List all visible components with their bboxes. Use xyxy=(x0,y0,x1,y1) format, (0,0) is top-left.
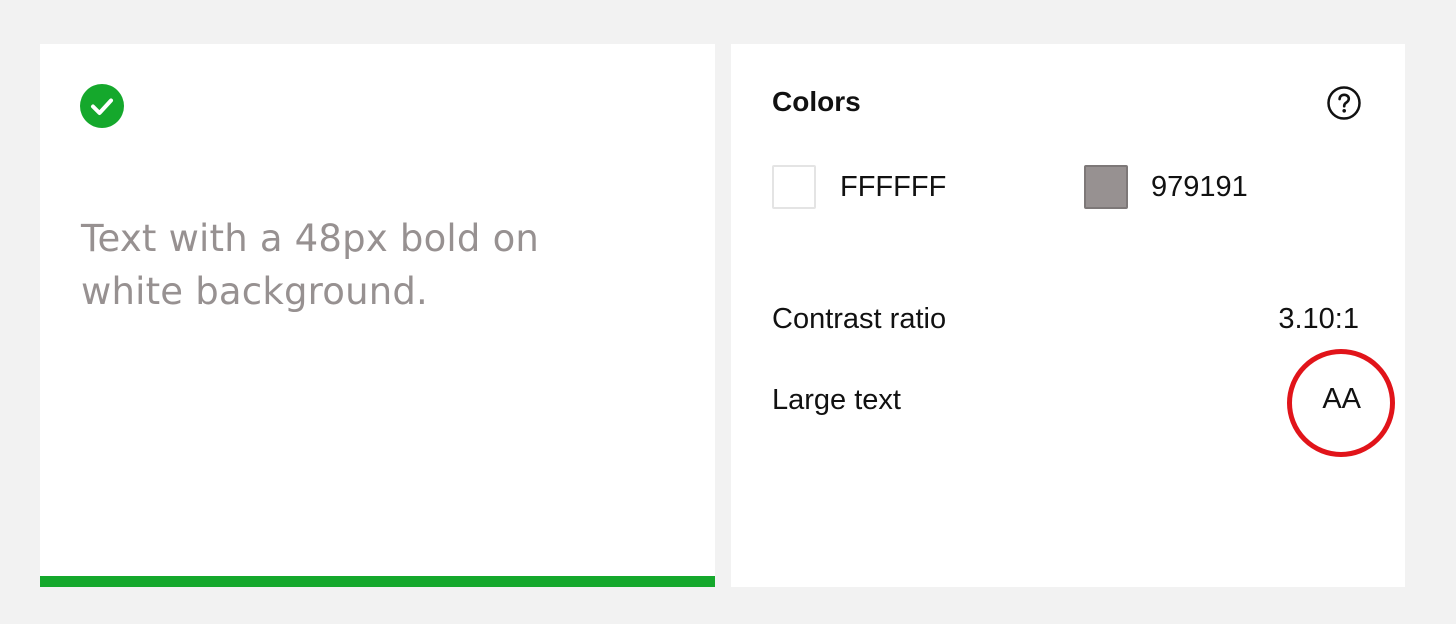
panel-title: Colors xyxy=(772,86,861,117)
preview-card: Text with a 48px bold on white backgroun… xyxy=(40,44,715,587)
contrast-ratio-label: Contrast ratio xyxy=(772,303,947,335)
foreground-hex: FFFFFF xyxy=(840,171,947,203)
large-text-label: Large text xyxy=(772,384,901,416)
sample-text-line-2: white background. xyxy=(81,270,429,313)
sample-text: Text with a 48px bold on white backgroun… xyxy=(81,212,641,318)
colors-panel: Colors FFFFFF 979191 Contrast ratio 3.10… xyxy=(731,44,1405,587)
highlight-ring xyxy=(1287,349,1395,457)
foreground-swatch[interactable] xyxy=(772,165,816,209)
pass-status-bar xyxy=(40,576,715,587)
sample-text-line-1: Text with a 48px bold on xyxy=(81,217,540,260)
question-circle-icon[interactable] xyxy=(1326,85,1362,121)
background-swatch[interactable] xyxy=(1084,165,1128,209)
background-hex: 979191 xyxy=(1151,171,1248,203)
check-circle-icon xyxy=(80,84,124,128)
contrast-ratio-value: 3.10:1 xyxy=(1278,303,1359,335)
